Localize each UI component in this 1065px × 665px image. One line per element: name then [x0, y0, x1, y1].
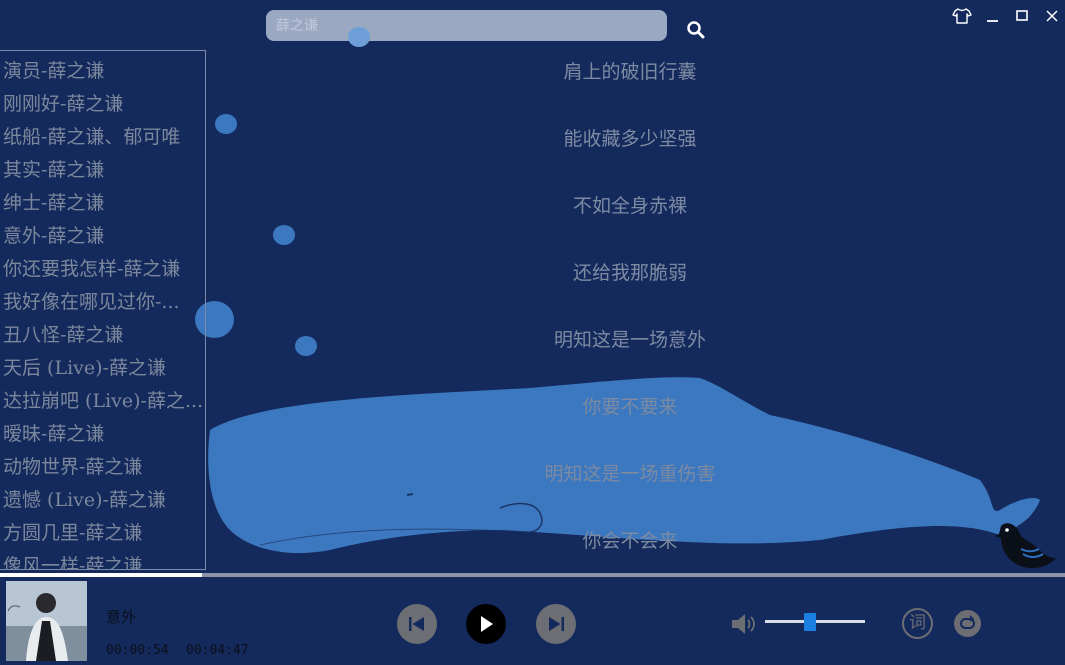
- album-art: [6, 581, 87, 661]
- bubble: [215, 114, 237, 134]
- playlist-item[interactable]: 纸船-薛之谦、郁可唯: [0, 121, 205, 154]
- skip-previous-icon[interactable]: [397, 604, 437, 644]
- playlist-item[interactable]: 演员-薛之谦: [0, 55, 205, 88]
- playlist-item[interactable]: 意外-薛之谦: [0, 220, 205, 253]
- lyric-line: 还给我那脆弱: [572, 262, 687, 284]
- play-icon[interactable]: [466, 604, 506, 644]
- bubble: [273, 225, 295, 245]
- playlist-item[interactable]: 方圆几里-薛之谦: [0, 517, 205, 550]
- bubble: [295, 336, 317, 356]
- playlist-item[interactable]: 达拉崩吧 (Live)-薛之...: [0, 385, 205, 418]
- volume-thumb[interactable]: [804, 613, 816, 631]
- lyric-line: 肩上的破旧行囊: [563, 61, 697, 83]
- playlist-item[interactable]: 绅士-薛之谦: [0, 187, 205, 220]
- current-time: 00:00:54: [106, 643, 169, 658]
- lyric-line: 明知这是一场重伤害: [544, 463, 716, 485]
- bird-logo: [995, 523, 1056, 569]
- lyric-line: 能收藏多少坚强: [563, 128, 697, 150]
- lyric-line: 你要不要来: [582, 396, 678, 418]
- search-input[interactable]: [266, 10, 667, 41]
- playlist-item[interactable]: 天后 (Live)-薛之谦: [0, 352, 205, 385]
- search-icon[interactable]: [686, 20, 706, 40]
- playlist-item[interactable]: 你还要我怎样-薛之谦: [0, 253, 205, 286]
- total-time: 00:04:47: [186, 643, 249, 658]
- skip-next-icon[interactable]: [536, 604, 576, 644]
- lyric-line: 明知这是一场意外: [553, 329, 706, 351]
- playlist-item[interactable]: 刚刚好-薛之谦: [0, 88, 205, 121]
- playlist-item[interactable]: 我好像在哪见过你-...: [0, 286, 205, 319]
- playlist-item[interactable]: 暧昧-薛之谦: [0, 418, 205, 451]
- playlist-item[interactable]: 其实-薛之谦: [0, 154, 205, 187]
- playlist-item[interactable]: 像风一样-薛之谦: [0, 550, 205, 569]
- playlist-item[interactable]: 遗憾 (Live)-薛之谦: [0, 484, 205, 517]
- loop-icon[interactable]: [954, 610, 981, 637]
- close-icon[interactable]: [1041, 6, 1063, 26]
- lyrics-toggle-button[interactable]: 词: [902, 608, 933, 639]
- shirt-icon[interactable]: [951, 6, 973, 26]
- lyric-line: 不如全身赤裸: [572, 195, 687, 217]
- playlist-item[interactable]: 动物世界-薛之谦: [0, 451, 205, 484]
- song-title: 意外: [106, 608, 137, 626]
- playlist-panel: 演员-薛之谦 刚刚好-薛之谦 纸船-薛之谦、郁可唯 其实-薛之谦 绅士-薛之谦 …: [0, 50, 206, 570]
- volume-icon[interactable]: [730, 612, 760, 636]
- bubble: [348, 27, 370, 47]
- playlist-item[interactable]: 丑八怪-薛之谦: [0, 319, 205, 352]
- maximize-icon[interactable]: [1011, 6, 1033, 26]
- lyric-line: 你会不会来: [582, 530, 678, 552]
- minimize-icon[interactable]: [981, 6, 1003, 26]
